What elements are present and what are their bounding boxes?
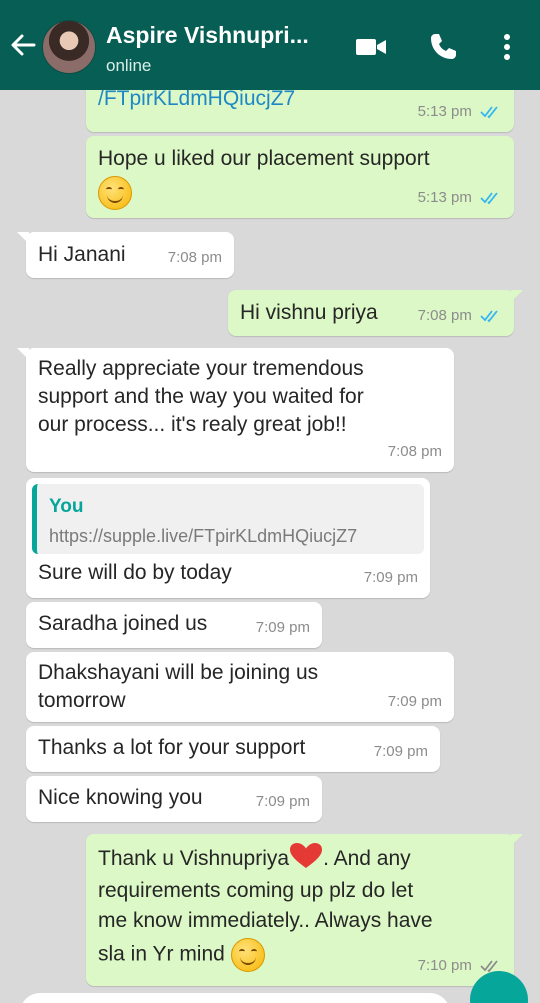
voice-call-icon[interactable] (426, 30, 460, 64)
message-bubble-incoming[interactable]: You https://supple.live/FTpirKLdmHQiucjZ… (26, 478, 430, 598)
message-text: Saradha joined us (38, 612, 208, 635)
message-line: Really appreciate your tremendous (38, 357, 364, 380)
message-line: me know immediately.. Always have (98, 909, 433, 932)
message-timestamp: 7:09 pm (363, 569, 418, 586)
bubble-tail (511, 834, 523, 846)
bubble-tail (511, 290, 523, 302)
back-arrow-icon[interactable] (8, 30, 38, 60)
message-bubble-incoming[interactable]: Thanks a lot for your support 7:09 pm (26, 726, 440, 772)
chat-header: Aspire Vishnupri... online (0, 0, 540, 90)
bubble-tail (17, 232, 29, 244)
quoted-message[interactable]: You https://supple.live/FTpirKLdmHQiucjZ… (32, 484, 424, 554)
message-line: support and the way you waited for (38, 385, 364, 408)
message-text: Hope u liked our placement support (98, 147, 430, 170)
message-time: 7:08 pm (418, 301, 502, 330)
red-heart-emoji-icon (290, 843, 323, 868)
quote-text: https://supple.live/FTpirKLdmHQiucjZ7 (49, 526, 358, 546)
message-line: Thank u Vishnupriya . And any (98, 842, 411, 873)
message-timestamp: 7:09 pm (387, 693, 442, 710)
message-line: Dhakshayani will be joining us (38, 661, 319, 684)
message-timestamp: 7:10 pm (417, 957, 472, 974)
message-line: our process... it's realy great job!! (38, 413, 347, 436)
message-timestamp: 7:09 pm (373, 743, 428, 760)
message-line: tomorrow (38, 689, 126, 712)
message-bubble-outgoing[interactable]: Thank u Vishnupriya . And any requiremen… (86, 834, 523, 986)
chat-area[interactable]: /FTpirKLdmHQiucjZ7 5:13 pm Hope u liked … (0, 90, 540, 1003)
message-bubble-outgoing[interactable]: /FTpirKLdmHQiucjZ7 5:13 pm (86, 90, 514, 132)
message-line-part: Thank u Vishnupriya (98, 847, 290, 870)
message-bubble-outgoing[interactable]: Hope u liked our placement support 5:13 … (86, 136, 514, 218)
message-time: 5:13 pm (418, 183, 502, 212)
message-line: sla in Yr mind (98, 938, 265, 972)
message-text: Nice knowing you (38, 786, 203, 809)
message-bubble-outgoing[interactable]: Hi vishnu priya 7:08 pm (228, 290, 523, 336)
message-timestamp: 7:09 pm (255, 793, 310, 810)
contact-avatar[interactable] (42, 20, 96, 74)
contact-status: online (106, 56, 152, 75)
message-text: Hi vishnu priya (240, 301, 378, 324)
read-ticks-icon (480, 106, 498, 119)
read-ticks-icon (480, 310, 498, 323)
message-timestamp: 7:08 pm (417, 307, 472, 324)
message-timestamp: 7:08 pm (387, 443, 442, 460)
message-timestamp: 5:13 pm (417, 103, 472, 120)
message-time: 5:13 pm (418, 97, 502, 126)
message-bubble-incoming[interactable]: Nice knowing you 7:09 pm (26, 776, 322, 822)
quote-author: You (49, 496, 84, 517)
more-options-icon[interactable] (490, 30, 524, 64)
contact-name[interactable]: Aspire Vishnupri... (106, 22, 309, 49)
message-timestamp: 5:13 pm (417, 189, 472, 206)
message-line-part: sla in Yr mind (98, 942, 225, 966)
message-bubble-incoming[interactable]: Hi Janani 7:08 pm (17, 232, 234, 278)
message-bubble-incoming[interactable]: Saradha joined us 7:09 pm (26, 602, 322, 648)
bubble-tail (17, 348, 29, 360)
smiling-face-emoji-icon (98, 176, 132, 210)
message-line-part: . And any (323, 847, 411, 870)
read-ticks-icon (480, 192, 498, 205)
message-bubble-incoming[interactable]: Dhakshayani will be joining us tomorrow … (26, 652, 454, 722)
smiling-face-emoji-icon (230, 938, 265, 972)
message-bubble-incoming[interactable]: Really appreciate your tremendous suppor… (17, 348, 454, 472)
message-link-text[interactable]: /FTpirKLdmHQiucjZ7 (98, 90, 295, 113)
message-line: requirements coming up plz do let (98, 879, 414, 902)
video-call-icon[interactable] (354, 30, 388, 64)
message-text: Thanks a lot for your support (38, 736, 306, 759)
message-timestamp: 7:08 pm (167, 249, 222, 266)
message-text: Sure will do by today (38, 561, 232, 584)
message-input-bar[interactable] (20, 993, 450, 1003)
emoji-container (98, 176, 132, 210)
message-text: Hi Janani (38, 243, 126, 266)
message-timestamp: 7:09 pm (255, 619, 310, 636)
